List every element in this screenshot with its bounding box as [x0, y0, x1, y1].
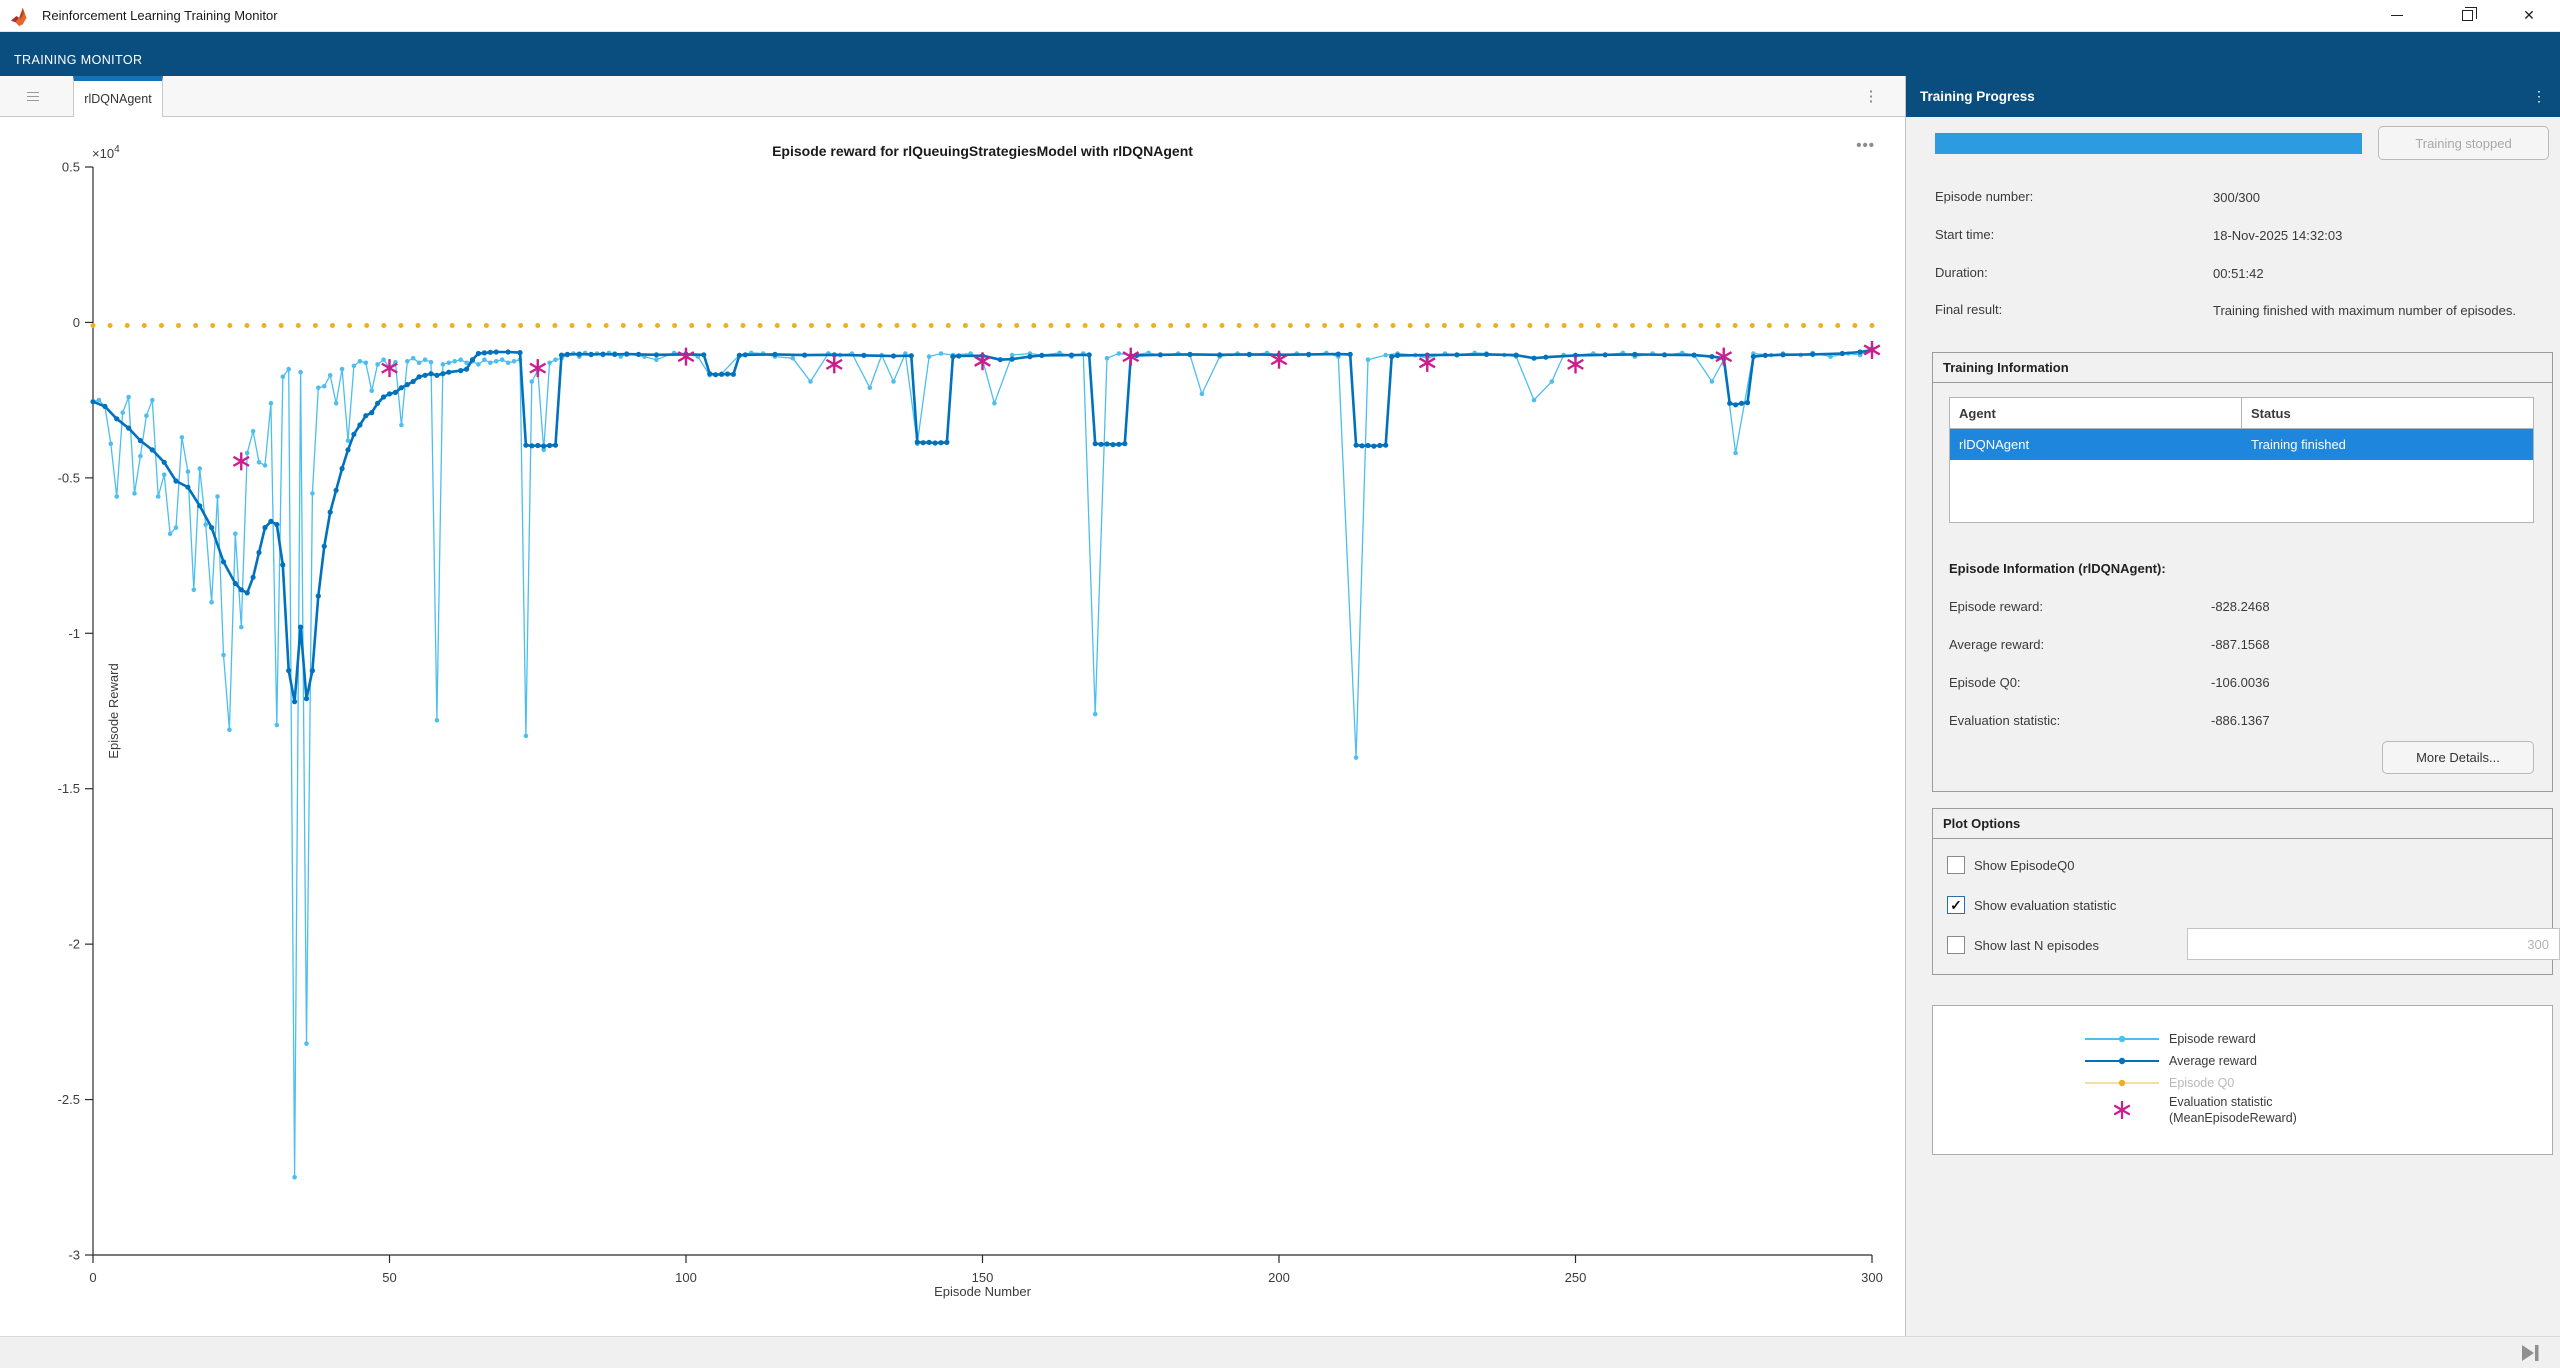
ribbon: TRAINING MONITOR — [0, 32, 2560, 76]
status-bar — [0, 1336, 2560, 1368]
plot-title: Episode reward for rlQueuingStrategiesMo… — [93, 143, 1872, 159]
status-cell: Training finished — [2242, 437, 2533, 452]
svg-text:150: 150 — [972, 1270, 994, 1285]
evaluation-statistic-label: Evaluation statistic: — [1949, 713, 2060, 728]
training-progress-panel: Training Progress ⋮ Training stopped Epi… — [1906, 76, 2560, 1336]
final-result-value: Training finished with maximum number of… — [2213, 302, 2543, 320]
svg-text:0.5: 0.5 — [62, 160, 80, 175]
episode-reward-label: Episode reward: — [1949, 599, 2043, 614]
document-tab-strip: rlDQNAgent ⋮ — [0, 76, 1905, 117]
title-bar: Reinforcement Learning Training Monitor … — [0, 0, 2560, 32]
legend-entries: Episode reward Average reward Episode Q0 Ev… — [2083, 1028, 2297, 1126]
agent-column-header: Agent — [1950, 398, 2242, 428]
svg-text:0: 0 — [89, 1270, 96, 1285]
training-progress-bar — [1935, 133, 2362, 154]
training-information-group: Training Information Agent Status rlDQNA… — [1932, 352, 2553, 792]
duration-value: 00:51:42 — [2213, 265, 2543, 283]
svg-text:-0.5: -0.5 — [58, 470, 80, 485]
svg-text:0: 0 — [73, 315, 80, 330]
agent-status-table: Agent Status rlDQNAgent Training finishe… — [1949, 397, 2534, 523]
line-dot-marker-icon — [2083, 1028, 2161, 1050]
panel-menu-icon[interactable]: ⋮ — [2532, 88, 2546, 105]
minimize-button[interactable] — [2374, 0, 2420, 31]
x-axis-label: Episode Number — [93, 1284, 1872, 1299]
legend-entry-label: Episode Q0 — [2169, 1075, 2234, 1091]
svg-text:-2.5: -2.5 — [58, 1092, 80, 1107]
start-time-label: Start time: — [1935, 227, 1994, 242]
table-empty-area — [1950, 460, 2533, 522]
more-details-button[interactable]: More Details... — [2382, 741, 2534, 774]
window-title: Reinforcement Learning Training Monitor — [42, 8, 278, 23]
show-evaluation-statistic-option[interactable]: ✓ Show evaluation statistic — [1947, 895, 2116, 915]
episode-q0-value: -106.0036 — [2211, 675, 2270, 690]
episode-information-title: Episode Information (rlDQNAgent): — [1949, 561, 2166, 576]
training-plot: 0.5 0 -0.5 -1 -1.5 -2 -2.5 -3 0 50 100 150 200 250 300… — [0, 117, 1905, 1336]
table-row[interactable]: rlDQNAgent Training finished — [1950, 429, 2533, 460]
legend-entry-label: Episode reward — [2169, 1031, 2256, 1047]
last-n-episodes-input[interactable]: 300 — [2187, 928, 2560, 960]
asterisk-marker-icon — [2083, 1099, 2161, 1121]
plot-options-group: Plot Options Show EpisodeQ0 ✓ Show evalu… — [1932, 808, 2553, 975]
figure-area: 0.5 0 -0.5 -1 -1.5 -2 -2.5 -3 0 50 100 150 200 250 300… — [0, 117, 1905, 1336]
panel-body: Training stopped Episode number: 300/300… — [1906, 117, 2560, 1336]
show-episodeq0-option[interactable]: Show EpisodeQ0 — [1947, 855, 2074, 875]
panel-header: Training Progress ⋮ — [1906, 76, 2560, 117]
svg-text:100: 100 — [675, 1270, 697, 1285]
svg-text:50: 50 — [382, 1270, 396, 1285]
evaluation-statistic-value: -886.1367 — [2211, 713, 2270, 728]
show-last-n-episodes-label: Show last N episodes — [1974, 938, 2099, 953]
line-dot-marker-icon — [2083, 1072, 2161, 1094]
legend-entry: Evaluation statistic(MeanEpisodeReward) — [2083, 1094, 2297, 1126]
table-header-row: Agent Status — [1950, 398, 2533, 429]
show-last-n-episodes-checkbox[interactable] — [1947, 936, 1965, 954]
episode-number-value: 300/300 — [2213, 189, 2543, 207]
collapse-panel-icon[interactable] — [2518, 1343, 2544, 1363]
ribbon-tab-training-monitor[interactable]: TRAINING MONITOR — [0, 44, 156, 76]
restore-button[interactable] — [2444, 0, 2490, 31]
svg-text:-2: -2 — [68, 937, 80, 952]
start-time-value: 18-Nov-2025 14:32:03 — [2213, 227, 2543, 245]
status-column-header: Status — [2242, 406, 2533, 421]
training-stopped-button[interactable]: Training stopped — [2378, 126, 2549, 160]
matlab-logo-icon — [10, 5, 32, 27]
episode-reward-value: -828.2468 — [2211, 599, 2270, 614]
agent-cell: rlDQNAgent — [1950, 437, 2242, 452]
final-result-label: Final result: — [1935, 302, 2002, 317]
plot-legend: Episode reward Average reward Episode Q0 Ev… — [1932, 1005, 2553, 1155]
svg-text:-3: -3 — [68, 1248, 80, 1263]
close-button[interactable]: ✕ — [2506, 0, 2552, 31]
plot-options-title: Plot Options — [1933, 809, 2552, 839]
legend-entry: Average reward — [2083, 1050, 2297, 1072]
svg-text:250: 250 — [1565, 1270, 1587, 1285]
episode-q0-label: Episode Q0: — [1949, 675, 2021, 690]
show-evaluation-statistic-label: Show evaluation statistic — [1974, 898, 2116, 913]
rl-training-monitor-window: Reinforcement Learning Training Monitor … — [0, 0, 2560, 1368]
show-episodeq0-label: Show EpisodeQ0 — [1974, 858, 2074, 873]
svg-text:300: 300 — [1861, 1270, 1883, 1285]
legend-entry-label: Average reward — [2169, 1053, 2257, 1069]
show-evaluation-statistic-checkbox[interactable]: ✓ — [1947, 896, 1965, 914]
training-information-title: Training Information — [1933, 353, 2552, 383]
panel-title: Training Progress — [1920, 89, 2035, 104]
svg-text:-1: -1 — [68, 626, 80, 641]
panel-drag-handle-icon[interactable] — [22, 86, 44, 106]
progress-fill — [1935, 133, 2362, 154]
legend-entry: Episode Q0 — [2083, 1072, 2297, 1094]
average-reward-label: Average reward: — [1949, 637, 2044, 652]
show-last-n-episodes-option[interactable]: Show last N episodes 300 — [1947, 935, 2099, 955]
svg-text:-1.5: -1.5 — [58, 781, 80, 796]
svg-text:200: 200 — [1268, 1270, 1290, 1285]
duration-label: Duration: — [1935, 265, 1988, 280]
legend-entry: Episode reward — [2083, 1028, 2297, 1050]
axes-toolbar-more-icon[interactable]: ••• — [1856, 137, 1875, 154]
show-episodeq0-checkbox[interactable] — [1947, 856, 1965, 874]
tab-rldqnagent[interactable]: rlDQNAgent — [73, 76, 163, 117]
tab-overflow-menu-icon[interactable]: ⋮ — [1859, 84, 1883, 108]
line-dot-marker-icon — [2083, 1050, 2161, 1072]
episode-number-label: Episode number: — [1935, 189, 2033, 204]
average-reward-value: -887.1568 — [2211, 637, 2270, 652]
legend-entry-label: Evaluation statistic(MeanEpisodeReward) — [2169, 1094, 2297, 1126]
y-axis-label: Episode Reward — [106, 611, 121, 811]
